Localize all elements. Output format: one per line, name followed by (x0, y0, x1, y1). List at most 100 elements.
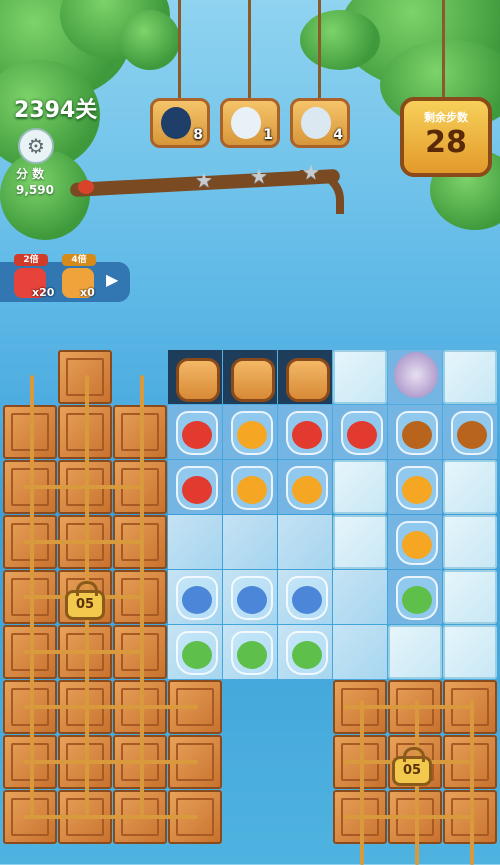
booster-quantity: x20 (32, 286, 55, 299)
jar-icon (176, 631, 218, 675)
board-slot[interactable] (388, 405, 442, 459)
board-slot[interactable] (388, 460, 442, 514)
ice-block (443, 625, 497, 679)
board-slot[interactable] (278, 405, 332, 459)
ice-block (333, 460, 387, 514)
green-frog-icon (182, 641, 212, 669)
red-creature-icon (347, 421, 377, 449)
score-label: 分 数 (16, 167, 45, 181)
chain-rope (23, 485, 143, 489)
ice-block (333, 515, 387, 569)
goal-rope (318, 0, 321, 100)
board-slot (278, 350, 332, 404)
goal-count: 1 (263, 127, 273, 143)
shield-tile-icon[interactable] (231, 358, 275, 402)
chain-rope (470, 700, 474, 865)
jar-icon (286, 631, 328, 675)
frozen-tile[interactable] (278, 570, 332, 624)
green-creature-icon (402, 586, 432, 614)
orange-creature-icon (237, 421, 267, 449)
progress-star-3: ★ (302, 160, 320, 184)
ice-block (443, 350, 497, 404)
brown-creature-icon (402, 421, 432, 449)
brown-creature-icon (457, 421, 487, 449)
goal-count: 4 (333, 127, 343, 143)
board-slot[interactable] (388, 515, 442, 569)
shield-tile-icon[interactable] (286, 358, 330, 402)
jar-icon (286, 466, 328, 510)
moves-label: 剩余步数 (424, 111, 468, 124)
blue-creature-icon (237, 586, 267, 614)
ice-block (443, 515, 497, 569)
chain-rope (360, 700, 364, 865)
padlock-icon: 05 (65, 581, 105, 620)
red-creature-icon (182, 476, 212, 504)
frozen-tile[interactable] (223, 625, 277, 679)
pearl-shell-icon[interactable] (394, 352, 438, 398)
frozen-tile (223, 515, 277, 569)
frozen-tile[interactable] (168, 625, 222, 679)
jar-icon (396, 411, 438, 455)
level-number: 2394关 (14, 98, 98, 123)
ice-block (388, 625, 442, 679)
booster-red[interactable]: 2倍 x20 (10, 254, 54, 300)
board-slot[interactable] (333, 405, 387, 459)
shield-tile-icon[interactable] (176, 358, 220, 402)
chain-rope (343, 705, 473, 709)
ice-block (443, 570, 497, 624)
board-slot[interactable] (388, 570, 442, 624)
goal-seal: 4 (290, 98, 350, 148)
frozen-tile (168, 515, 222, 569)
jar-icon (231, 631, 273, 675)
frozen-tile (333, 570, 387, 624)
board-slot[interactable] (223, 460, 277, 514)
penguin-icon (161, 107, 191, 139)
moves-panel: 剩余步数 28 (400, 97, 492, 177)
moves-remaining: 28 (425, 125, 467, 160)
frozen-tile[interactable] (223, 570, 277, 624)
orange-creature-icon (237, 476, 267, 504)
chain-rope (23, 705, 198, 709)
booster-orange[interactable]: 4倍 x0 (58, 254, 102, 300)
board-slot[interactable] (443, 405, 497, 459)
ice-block (333, 350, 387, 404)
goal-rope (248, 0, 251, 100)
polar-bear-icon (231, 107, 261, 139)
settings-button[interactable]: ⚙ (18, 128, 54, 164)
jar-icon (176, 466, 218, 510)
booster-quantity: x0 (80, 286, 95, 299)
board-slot[interactable] (223, 405, 277, 459)
green-frog-icon (292, 641, 322, 669)
chain-rope (23, 815, 198, 819)
blue-creature-icon (292, 586, 322, 614)
red-creature-icon (182, 421, 212, 449)
progress-star-2: ★ (250, 164, 268, 188)
gear-icon: ⚙ (27, 134, 45, 158)
board-slot (223, 350, 277, 404)
orange-creature-icon (292, 476, 322, 504)
progress-star-1: ★ (195, 168, 213, 192)
jar-icon (176, 411, 218, 455)
board-slot (168, 350, 222, 404)
frozen-tile[interactable] (168, 570, 222, 624)
jar-icon (176, 576, 218, 620)
moves-rope (442, 0, 445, 100)
play-arrow-icon[interactable]: ▶ (106, 270, 124, 292)
jar-icon (396, 466, 438, 510)
booster-multiplier: 4倍 (62, 254, 96, 266)
score-value: 9,590 (16, 183, 54, 197)
board-slot[interactable] (278, 460, 332, 514)
jar-icon (341, 411, 383, 455)
red-creature-icon (292, 421, 322, 449)
board-slot[interactable] (168, 405, 222, 459)
board-slot[interactable] (168, 460, 222, 514)
blue-creature-icon (182, 586, 212, 614)
chain-rope (343, 815, 473, 819)
frozen-tile[interactable] (278, 625, 332, 679)
chain-rope (23, 540, 143, 544)
jar-icon (286, 411, 328, 455)
jar-icon (451, 411, 493, 455)
ice-block (443, 460, 497, 514)
chain-rope (23, 650, 143, 654)
seal-icon (301, 107, 331, 139)
